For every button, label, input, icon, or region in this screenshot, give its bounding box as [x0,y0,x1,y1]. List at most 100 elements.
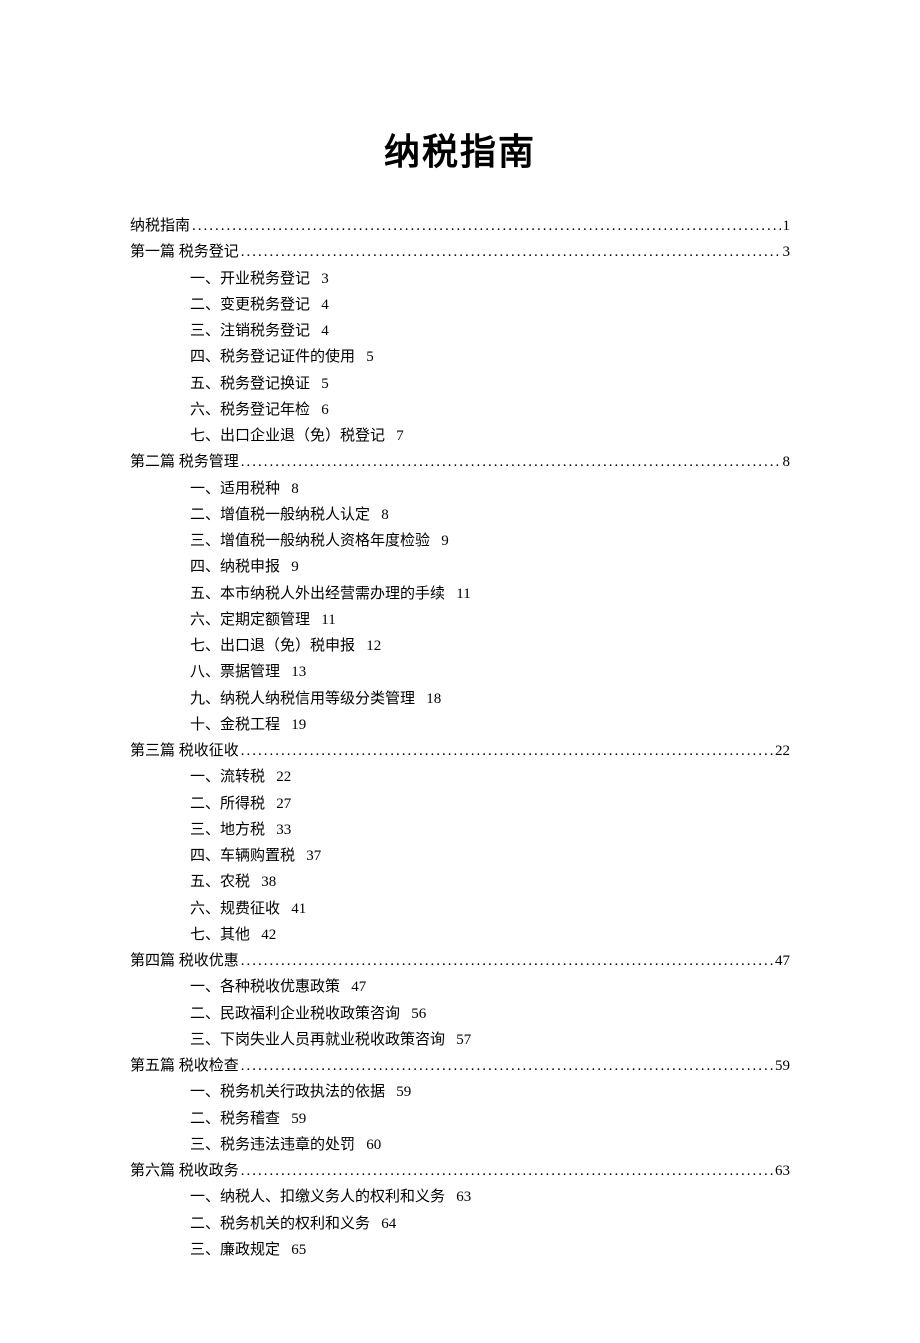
toc-sub-label: 五、税务登记换证 [190,371,310,397]
toc-sub-gap [445,1184,456,1210]
toc-sub-entry: 一、适用税种 8 [130,476,790,502]
toc-sub-gap [445,1027,456,1053]
toc-sub-label: 一、纳税人、扣缴义务人的权利和义务 [190,1184,445,1210]
toc-main-entry: 第六篇 税收政务63 [130,1158,790,1184]
toc-sub-page: 9 [441,528,449,554]
toc-sub-entry: 七、其他 42 [130,922,790,948]
toc-sub-label: 二、所得税 [190,791,265,817]
toc-sub-gap [340,974,351,1000]
toc-sub-entry: 四、税务登记证件的使用 5 [130,344,790,370]
table-of-contents: 纳税指南1第一篇 税务登记3一、开业税务登记 3二、变更税务登记 4三、注销税务… [130,213,790,1263]
toc-main-label: 纳税指南 [130,213,190,239]
toc-sub-label: 六、税务登记年检 [190,397,310,423]
toc-sub-entry: 一、纳税人、扣缴义务人的权利和义务 63 [130,1184,790,1210]
toc-sub-label: 二、民政福利企业税收政策咨询 [190,1001,400,1027]
toc-main-page: 1 [783,213,791,239]
toc-sub-label: 三、注销税务登记 [190,318,310,344]
toc-sub-label: 四、纳税申报 [190,554,280,580]
toc-sub-gap [385,1079,396,1105]
toc-sub-page: 18 [426,686,441,712]
toc-sub-gap [355,344,366,370]
toc-sub-page: 22 [276,764,291,790]
toc-sub-label: 十、金税工程 [190,712,280,738]
toc-sub-label: 四、车辆购置税 [190,843,295,869]
toc-sub-label: 一、流转税 [190,764,265,790]
toc-sub-gap [355,1132,366,1158]
toc-main-label: 第五篇 税收检查 [130,1053,239,1079]
toc-sub-gap [400,1001,411,1027]
toc-sub-entry: 七、出口退（免）税申报 12 [130,633,790,659]
toc-sub-gap [310,397,321,423]
toc-main-label: 第一篇 税务登记 [130,239,239,265]
toc-sub-page: 3 [321,266,329,292]
toc-sub-gap [310,607,321,633]
toc-sub-entry: 五、农税 38 [130,869,790,895]
toc-sub-label: 八、票据管理 [190,659,280,685]
toc-sub-page: 41 [291,896,306,922]
toc-main-label: 第六篇 税收政务 [130,1158,239,1184]
toc-sub-label: 四、税务登记证件的使用 [190,344,355,370]
toc-sub-page: 4 [321,292,329,318]
toc-leader-dots [241,948,773,974]
toc-sub-gap [445,581,456,607]
toc-sub-label: 三、地方税 [190,817,265,843]
toc-sub-entry: 三、地方税 33 [130,817,790,843]
toc-sub-gap [430,528,441,554]
toc-sub-page: 8 [381,502,389,528]
toc-sub-entry: 三、廉政规定 65 [130,1237,790,1263]
toc-sub-label: 三、廉政规定 [190,1237,280,1263]
toc-main-entry: 第二篇 税务管理8 [130,449,790,475]
toc-main-label: 第三篇 税收征收 [130,738,239,764]
toc-main-label: 第四篇 税收优惠 [130,948,239,974]
document-title: 纳税指南 [130,120,790,183]
toc-sub-page: 7 [396,423,404,449]
toc-main-page: 22 [775,738,790,764]
toc-sub-page: 9 [291,554,299,580]
toc-sub-entry: 二、增值税一般纳税人认定 8 [130,502,790,528]
toc-sub-entry: 四、车辆购置税 37 [130,843,790,869]
toc-sub-page: 11 [321,607,335,633]
toc-sub-entry: 二、民政福利企业税收政策咨询 56 [130,1001,790,1027]
toc-sub-gap [265,764,276,790]
toc-sub-entry: 二、所得税 27 [130,791,790,817]
toc-leader-dots [241,239,781,265]
toc-main-entry: 第三篇 税收征收 22 [130,738,790,764]
toc-sub-label: 二、变更税务登记 [190,292,310,318]
toc-sub-entry: 九、纳税人纳税信用等级分类管理 18 [130,686,790,712]
toc-sub-page: 56 [411,1001,426,1027]
toc-sub-label: 五、本市纳税人外出经营需办理的手续 [190,581,445,607]
toc-sub-gap [265,817,276,843]
toc-sub-gap [280,896,291,922]
toc-sub-label: 三、税务违法违章的处罚 [190,1132,355,1158]
toc-sub-page: 59 [396,1079,411,1105]
toc-sub-page: 60 [366,1132,381,1158]
toc-sub-page: 6 [321,397,329,423]
toc-sub-entry: 六、税务登记年检 6 [130,397,790,423]
toc-sub-entry: 一、流转税 22 [130,764,790,790]
toc-sub-entry: 六、规费征收 41 [130,896,790,922]
toc-main-entry: 纳税指南 1 [130,213,790,239]
toc-sub-gap [370,502,381,528]
toc-sub-gap [280,1237,291,1263]
toc-sub-label: 一、适用税种 [190,476,280,502]
toc-main-page: 8 [783,449,791,475]
toc-leader-dots [241,1158,773,1184]
toc-sub-entry: 一、税务机关行政执法的依据 59 [130,1079,790,1105]
toc-sub-entry: 三、注销税务登记 4 [130,318,790,344]
toc-main-page: 47 [775,948,790,974]
toc-sub-label: 七、其他 [190,922,250,948]
toc-sub-page: 13 [291,659,306,685]
toc-sub-label: 二、税务稽查 [190,1106,280,1132]
toc-sub-page: 42 [261,922,276,948]
toc-sub-gap [310,371,321,397]
toc-main-entry: 第四篇 税收优惠 47 [130,948,790,974]
toc-sub-gap [370,1211,381,1237]
toc-sub-gap [250,922,261,948]
toc-sub-gap [310,318,321,344]
toc-sub-entry: 十、金税工程 19 [130,712,790,738]
toc-main-page: 59 [775,1053,790,1079]
toc-sub-label: 一、开业税务登记 [190,266,310,292]
toc-sub-page: 57 [456,1027,471,1053]
toc-sub-label: 五、农税 [190,869,250,895]
toc-sub-page: 8 [291,476,299,502]
